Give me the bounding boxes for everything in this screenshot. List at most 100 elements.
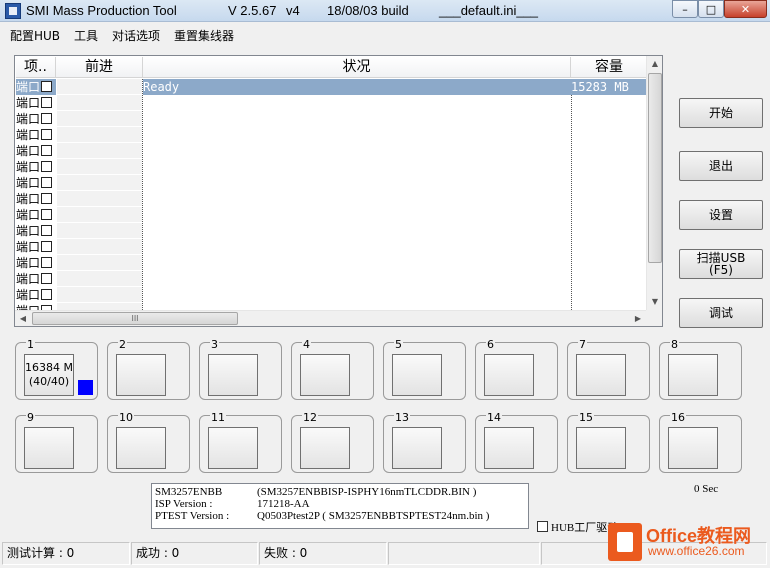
menu-configure-hub[interactable]: 配置HUB	[10, 27, 60, 44]
vertical-scroll-thumb[interactable]	[648, 73, 662, 263]
menu-reset-hub[interactable]: 重置集线器	[174, 27, 234, 44]
port-button[interactable]	[668, 427, 718, 469]
debug-button[interactable]: 调试	[679, 298, 763, 328]
scroll-right-icon[interactable]: ▶	[630, 311, 646, 327]
checkbox-icon[interactable]	[41, 289, 53, 300]
table-row[interactable]: 端口	[16, 159, 647, 175]
table-row[interactable]: 端口	[16, 303, 647, 310]
scroll-left-icon[interactable]: ◀	[15, 311, 31, 327]
table-row[interactable]: 端口	[16, 271, 647, 287]
port-number: 2	[118, 338, 127, 351]
port-cell: 端口	[16, 127, 56, 143]
port-slot: 2	[107, 338, 190, 400]
port-number: 10	[118, 411, 134, 424]
horizontal-scroll-thumb[interactable]: III	[32, 312, 238, 325]
minimize-button[interactable]: –	[672, 0, 698, 18]
checkbox-icon[interactable]	[41, 225, 53, 236]
port-button[interactable]	[208, 427, 258, 469]
checkbox-icon[interactable]	[537, 521, 548, 532]
column-item[interactable]: 项..	[16, 57, 56, 78]
table-row[interactable]: 端口	[16, 95, 647, 111]
checkbox-icon[interactable]	[41, 113, 53, 124]
port-number: 1	[26, 338, 35, 351]
port-number: 15	[578, 411, 594, 424]
table-row[interactable]: 端口	[16, 287, 647, 303]
port-label: 端口	[16, 144, 41, 158]
capacity-cell	[571, 223, 647, 239]
progress-cell	[57, 303, 142, 310]
checkbox-icon[interactable]	[41, 81, 53, 92]
port-button[interactable]	[208, 354, 258, 396]
list-body: 端口 Ready 15283 MB 端口 端口 端口 端口 端口 端口 端口 端口 端口 端口 端口 端口端…	[16, 79, 647, 310]
column-status[interactable]: 状况	[143, 57, 571, 78]
scan-usb-shortcut: (F5)	[709, 263, 733, 277]
port-button[interactable]	[300, 354, 350, 396]
checkbox-icon[interactable]	[41, 241, 53, 252]
port-button[interactable]	[576, 354, 626, 396]
port-button[interactable]	[392, 427, 442, 469]
port-button[interactable]	[24, 427, 74, 469]
start-button[interactable]: 开始	[679, 98, 763, 128]
status-cell	[143, 175, 571, 191]
column-capacity[interactable]: 容量	[571, 57, 648, 78]
port-list[interactable]: 项.. 前进 状况 容量 端口 Ready 15283 MB 端口 端口 端口 端口 端口 端口…	[14, 55, 663, 327]
table-row[interactable]: 端口	[16, 143, 647, 159]
scroll-up-icon[interactable]: ▲	[647, 56, 663, 72]
checkbox-icon[interactable]	[41, 129, 53, 140]
close-button[interactable]: ✕	[724, 0, 767, 18]
checkbox-icon[interactable]	[41, 193, 53, 204]
scan-usb-button[interactable]: 扫描USB (F5)	[679, 249, 763, 279]
column-progress[interactable]: 前进	[56, 57, 143, 78]
checkbox-icon[interactable]	[41, 145, 53, 156]
port-label: 端口	[16, 272, 41, 286]
port-slot: 9	[15, 411, 98, 473]
checkbox-icon[interactable]	[41, 177, 53, 188]
table-row[interactable]: 端口	[16, 191, 647, 207]
port-button[interactable]	[484, 354, 534, 396]
capacity-cell	[571, 239, 647, 255]
status-cell	[143, 127, 571, 143]
port-cell: 端口	[16, 255, 56, 271]
port-button[interactable]	[116, 427, 166, 469]
settings-button-label: 设置	[708, 208, 733, 222]
capacity-cell	[571, 143, 647, 159]
menu-dialog-options[interactable]: 对话选项	[112, 27, 160, 44]
status-cell	[143, 143, 571, 159]
checkbox-icon[interactable]	[41, 97, 53, 108]
port-button[interactable]	[300, 427, 350, 469]
capacity-cell	[571, 303, 647, 310]
port-button[interactable]	[484, 427, 534, 469]
table-row[interactable]: 端口	[16, 223, 647, 239]
port-button[interactable]	[392, 354, 442, 396]
settings-button[interactable]: 设置	[679, 200, 763, 230]
scroll-down-icon[interactable]: ▼	[647, 294, 663, 310]
table-row[interactable]: 端口	[16, 255, 647, 271]
port-button[interactable]: 16384 M (40/40)	[24, 354, 74, 396]
table-row[interactable]: 端口 Ready 15283 MB	[16, 79, 647, 95]
checkbox-icon[interactable]	[41, 273, 53, 284]
port-slot: 5	[383, 338, 466, 400]
progress-cell	[57, 271, 142, 287]
maximize-button[interactable]: □	[698, 0, 724, 18]
table-row[interactable]: 端口	[16, 175, 647, 191]
table-row[interactable]: 端口	[16, 127, 647, 143]
progress-cell	[57, 207, 142, 223]
capacity-cell	[571, 287, 647, 303]
minimize-icon: –	[682, 2, 688, 16]
port-button[interactable]	[116, 354, 166, 396]
table-row[interactable]: 端口	[16, 207, 647, 223]
checkbox-icon[interactable]	[41, 209, 53, 220]
menu-tools[interactable]: 工具	[74, 27, 98, 44]
exit-button[interactable]: 退出	[679, 151, 763, 181]
port-button[interactable]	[668, 354, 718, 396]
checkbox-icon[interactable]	[41, 257, 53, 268]
checkbox-icon[interactable]	[41, 161, 53, 172]
horizontal-scrollbar[interactable]: ◀ III ▶	[15, 310, 646, 326]
port-button[interactable]	[576, 427, 626, 469]
vertical-scrollbar[interactable]: ▲ ▼	[646, 56, 662, 310]
capacity-cell	[571, 127, 647, 143]
table-row[interactable]: 端口	[16, 239, 647, 255]
watermark-url: www.office26.com	[648, 544, 745, 558]
port-label: 端口	[16, 224, 41, 238]
table-row[interactable]: 端口	[16, 111, 647, 127]
